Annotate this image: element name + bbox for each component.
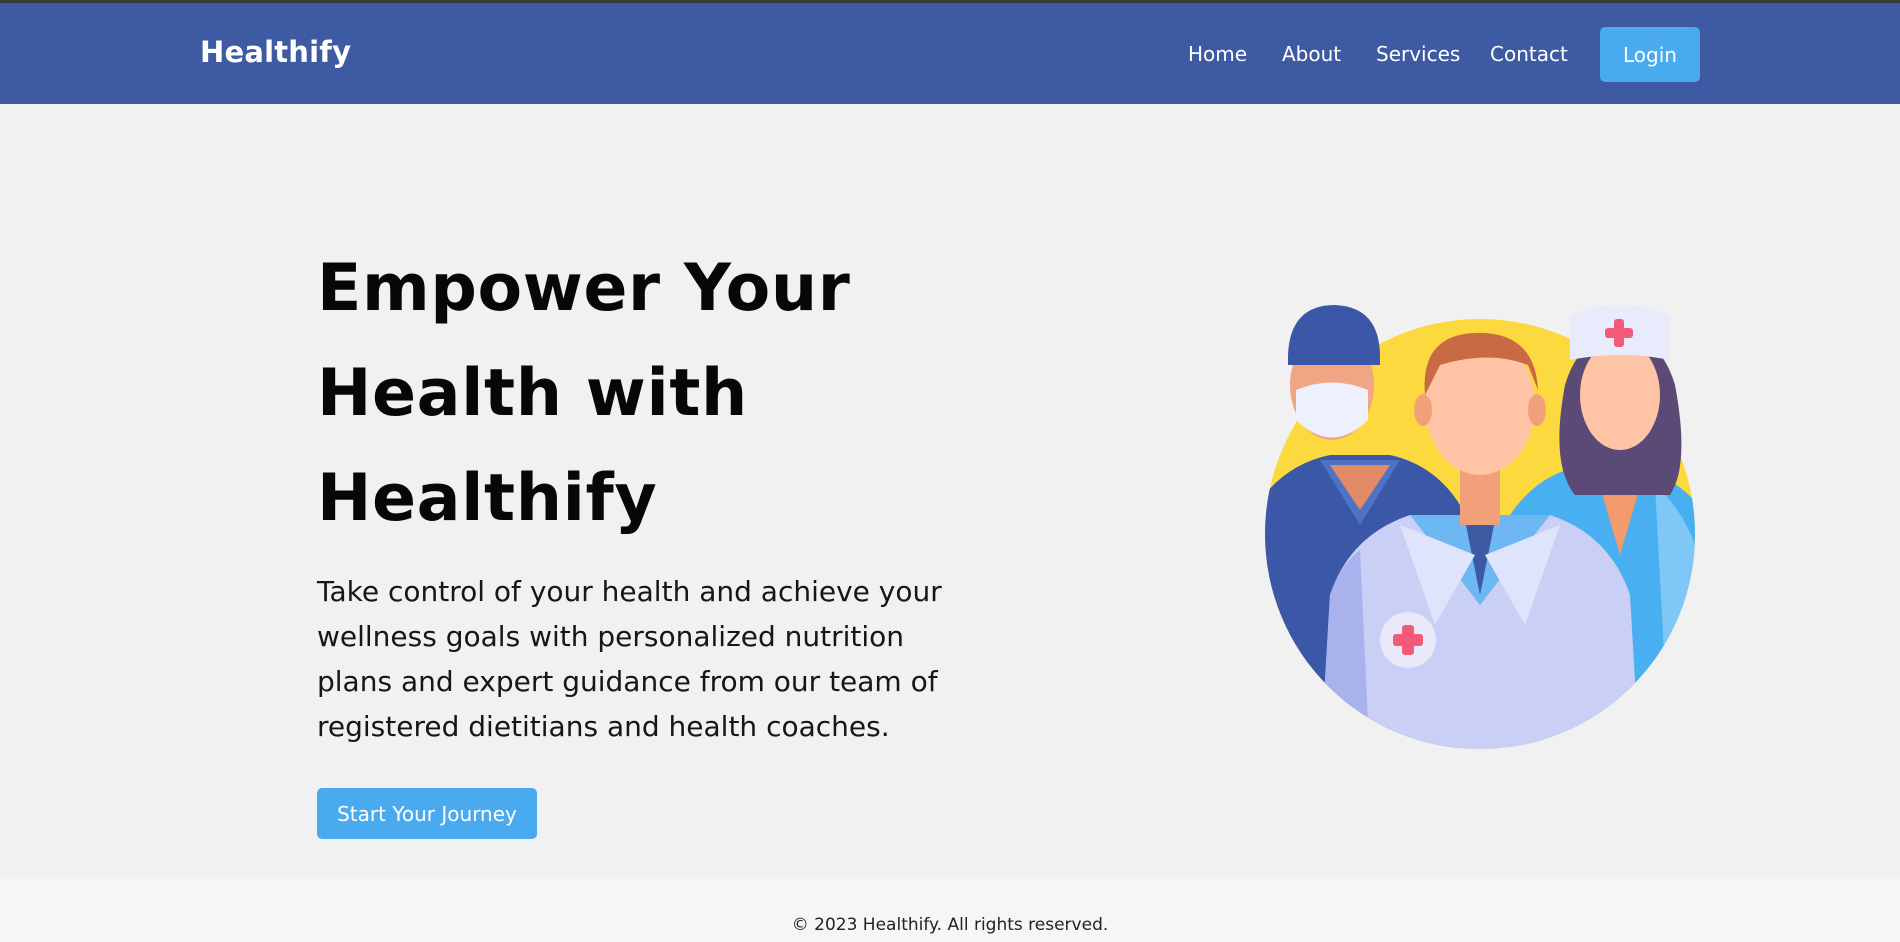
brand-logo[interactable]: Healthify [200, 35, 351, 69]
hero-title-line-3: Healthify [317, 461, 658, 536]
hero-title: Empower Your Health with Healthify [317, 236, 937, 551]
medical-team-illustration [1260, 295, 1710, 755]
navbar: Healthify Home About Services Contact Lo… [0, 3, 1900, 104]
nav-services-link[interactable]: Services [1376, 42, 1460, 66]
copyright-text: © 2023 Healthify. All rights reserved. [791, 915, 1109, 935]
start-journey-button[interactable]: Start Your Journey [317, 788, 537, 839]
medical-team-image [1265, 305, 1695, 749]
footer: © 2023 Healthify. All rights reserved. [0, 877, 1900, 942]
nav-about-link[interactable]: About [1282, 42, 1341, 66]
login-button[interactable]: Login [1600, 27, 1700, 82]
hero-subtitle: Take control of your health and achieve … [317, 575, 942, 743]
nav-home-link[interactable]: Home [1188, 42, 1247, 66]
hero-title-line-1: Empower Your [317, 251, 851, 326]
hero-title-line-2: Health with [317, 356, 748, 431]
nav-contact-link[interactable]: Contact [1490, 42, 1568, 66]
